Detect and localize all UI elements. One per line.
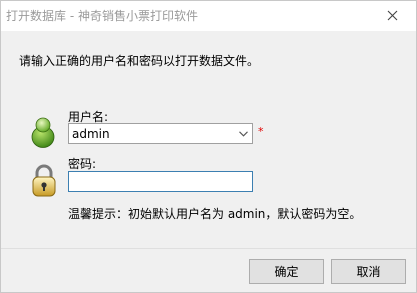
instruction-text: 请输入正确的用户名和密码以打开数据文件。: [19, 54, 260, 68]
required-marker: *: [258, 125, 264, 138]
close-button[interactable]: [369, 1, 415, 30]
login-dialog: 打开数据库 - 神奇销售小票打印软件 请输入正确的用户名和密码以打开数据文件。: [0, 0, 417, 293]
lock-icon: [32, 164, 56, 197]
user-icon: [31, 117, 55, 148]
window-title: 打开数据库 - 神奇销售小票打印软件: [6, 9, 198, 23]
title-bar: 打开数据库 - 神奇销售小票打印软件: [1, 1, 416, 31]
username-combobox[interactable]: admin: [68, 123, 253, 144]
chevron-down-icon: [239, 130, 248, 137]
hint-text: 温馨提示：初始默认用户名为 admin，默认密码为空。: [68, 207, 362, 221]
username-value: admin: [72, 127, 110, 141]
password-field[interactable]: [68, 171, 253, 192]
dropdown-button[interactable]: [235, 124, 252, 143]
ok-button[interactable]: 确定: [249, 259, 324, 284]
cancel-button[interactable]: 取消: [331, 259, 406, 284]
password-label: 密码:: [68, 157, 97, 171]
button-bar: 确定 取消: [1, 248, 416, 292]
close-icon: [387, 10, 397, 21]
